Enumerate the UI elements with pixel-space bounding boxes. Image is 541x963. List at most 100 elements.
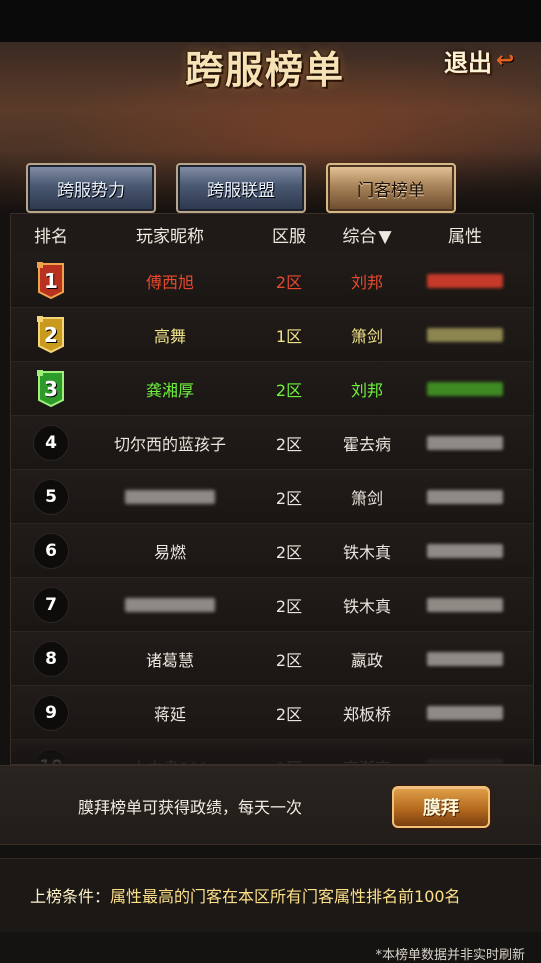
table-row[interactable]: 5 2区 箫剑	[11, 470, 533, 524]
rank-medal-icon: 2	[35, 315, 67, 354]
worship-text: 膜拜榜单可获得政绩，每天一次	[78, 798, 303, 817]
page-title: 跨服榜单	[184, 46, 345, 92]
redacted-name-block	[125, 489, 215, 504]
total-cell: 箫剑	[350, 488, 383, 508]
player-name: 高舞	[153, 326, 186, 346]
condition-text: 上榜条件：属性最高的门客在本区所有门客属性排名前100名	[30, 883, 461, 907]
redacted-attr-block	[427, 435, 503, 450]
attr-cell	[405, 381, 525, 396]
table-row[interactable]: 6 易燃 2区 铁木真	[11, 524, 533, 578]
attr-cell	[405, 597, 525, 612]
player-name: 蒋延	[153, 704, 186, 724]
total-cell: 嬴政	[350, 650, 383, 670]
attr-cell	[405, 651, 525, 666]
sort-down-icon: ▼	[378, 226, 392, 247]
column-rank: 排名	[34, 226, 68, 247]
condition-value: 属性最高的门客在本区所有门客属性排名前100名	[110, 887, 461, 906]
total-cell: 刘邦	[350, 380, 383, 400]
attr-cell	[405, 489, 525, 504]
rank-number: 3	[44, 376, 58, 401]
table-row[interactable]: 8 诸葛慧 2区 嬴政	[11, 632, 533, 686]
player-name: 诸葛慧	[145, 650, 194, 670]
server-cell: 2区	[275, 488, 303, 508]
rank-cell: 7	[11, 586, 91, 623]
redacted-attr-block	[427, 597, 503, 612]
redacted-attr-block	[427, 327, 503, 342]
total-cell: 霍去病	[342, 434, 391, 454]
table-row[interactable]: 2 高舞 1区 箫剑	[11, 308, 533, 362]
worship-button[interactable]: 膜拜	[392, 786, 490, 828]
redacted-attr-block	[427, 651, 503, 666]
player-name-redacted	[91, 489, 249, 504]
rank-cell: 1	[11, 261, 91, 300]
server-cell: 2区	[275, 272, 303, 292]
table-row[interactable]: 4 切尔西的蓝孩子 2区 霍去病	[11, 416, 533, 470]
column-name: 玩家昵称	[136, 226, 204, 247]
rank-number: 8	[33, 640, 69, 677]
redacted-attr-block	[427, 381, 503, 396]
table-header: 排名 玩家昵称 区服 综合 ▼ 属性	[11, 214, 533, 255]
tab-cross-server-power[interactable]: 跨服势力	[26, 163, 156, 213]
rank-cell: 9	[11, 694, 91, 731]
redacted-attr-block	[427, 543, 503, 558]
exit-button[interactable]: 退出 ↩	[444, 42, 534, 78]
rank-cell: 5	[11, 478, 91, 515]
attr-cell	[405, 435, 525, 450]
rank-cell: 3	[11, 369, 91, 408]
exit-label: 退出	[444, 47, 492, 77]
rank-number: 2	[44, 322, 58, 347]
rank-medal-icon: 1	[35, 261, 67, 300]
server-cell: 1区	[275, 326, 303, 346]
rank-number: 4	[33, 424, 69, 461]
rank-number: 9	[33, 694, 69, 731]
redacted-attr-block	[427, 705, 503, 720]
server-cell: 2区	[275, 650, 303, 670]
attr-cell	[405, 543, 525, 558]
rank-number: 7	[33, 586, 69, 623]
server-cell: 2区	[275, 704, 303, 724]
server-cell: 2区	[275, 542, 303, 562]
rank-number: 5	[33, 478, 69, 515]
redacted-attr-block	[427, 489, 503, 504]
attr-cell	[405, 273, 525, 288]
total-cell: 郑板桥	[342, 704, 391, 724]
rank-cell: 6	[11, 532, 91, 569]
tab-cross-server-alliance[interactable]: 跨服联盟	[176, 163, 306, 213]
server-cell: 2区	[275, 434, 303, 454]
attr-cell	[405, 327, 525, 342]
rank-number: 6	[33, 532, 69, 569]
player-name: 易燃	[153, 542, 186, 562]
scroll-fade	[11, 734, 533, 764]
table-row[interactable]: 3 龚湘厚 2区 刘邦	[11, 362, 533, 416]
return-arrow-icon: ↩	[496, 47, 515, 73]
column-total: 综合	[342, 226, 377, 247]
total-cell: 箫剑	[350, 326, 383, 346]
player-name: 切尔西的蓝孩子	[113, 434, 226, 454]
condition-bar: 上榜条件：属性最高的门客在本区所有门客属性排名前100名	[0, 858, 541, 933]
table-row[interactable]: 1 傅西旭 2区 刘邦	[11, 254, 533, 308]
rank-cell: 4	[11, 424, 91, 461]
player-name-redacted	[91, 597, 249, 612]
rank-medal-icon: 3	[35, 369, 67, 408]
total-cell: 铁木真	[342, 542, 391, 562]
rank-cell: 8	[11, 640, 91, 677]
rank-number: 1	[44, 268, 58, 293]
column-server: 区服	[272, 226, 306, 247]
tab-bar: 跨服势力 跨服联盟 门客榜单	[0, 163, 541, 215]
rank-cell: 2	[11, 315, 91, 354]
redacted-attr-block	[427, 273, 503, 288]
redacted-name-block	[125, 597, 215, 612]
column-total-sort[interactable]: 综合 ▼	[329, 222, 405, 247]
worship-bar: 膜拜榜单可获得政绩，每天一次 膜拜	[0, 765, 541, 845]
ranking-panel[interactable]: 排名 玩家昵称 区服 综合 ▼ 属性 1 傅西旭 2区 刘邦 2 高舞 1区 箫剑 3 龚湘厚 2区刘…	[10, 213, 534, 765]
table-row[interactable]: 9 蒋延 2区 郑板桥	[11, 686, 533, 740]
table-row[interactable]: 7 2区 铁木真	[11, 578, 533, 632]
tab-retainer-ranking[interactable]: 门客榜单	[326, 163, 456, 213]
attr-cell	[405, 705, 525, 720]
server-cell: 2区	[275, 596, 303, 616]
player-name: 龚湘厚	[145, 380, 194, 400]
server-cell: 2区	[275, 380, 303, 400]
total-cell: 铁木真	[342, 596, 391, 616]
column-attr: 属性	[448, 226, 482, 247]
ranking-list: 1 傅西旭 2区 刘邦 2 高舞 1区 箫剑 3 龚湘厚 2区 刘邦 4 切尔西的蓝孩子 2区 霍去病 5 2区箫…	[11, 254, 533, 764]
